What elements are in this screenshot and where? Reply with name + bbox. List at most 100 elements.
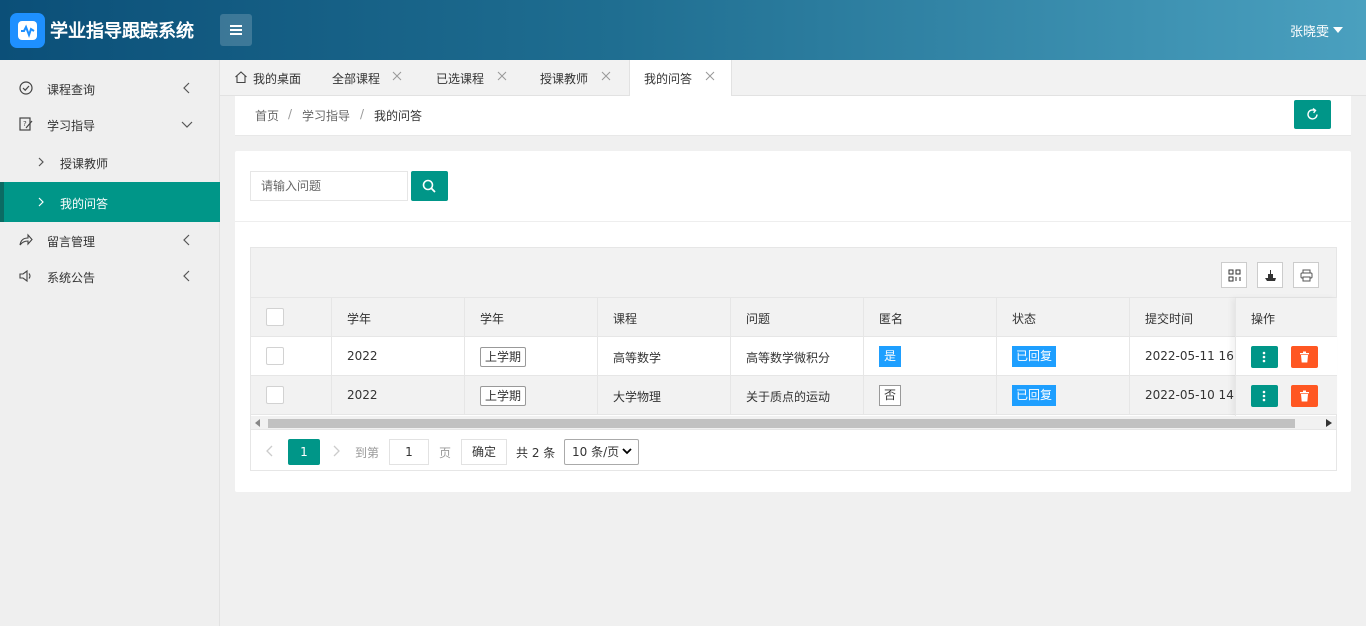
more-button[interactable] (1251, 385, 1278, 407)
column-header: 匿名 (864, 298, 997, 337)
total-count: 共 2 条 (516, 446, 556, 460)
scroll-right-icon[interactable] (1326, 419, 1332, 427)
caret-down-icon[interactable] (1333, 27, 1343, 33)
sidebar-item-label: 学习指导 (47, 119, 96, 133)
print-icon (1300, 269, 1313, 282)
close-icon[interactable] (392, 71, 402, 81)
header-checkbox-cell (251, 298, 332, 337)
export-button[interactable] (1257, 262, 1283, 288)
home-icon (235, 71, 247, 84)
sidebar-item-messages[interactable]: 留言管理 (0, 222, 220, 258)
checkbox-cell (251, 376, 332, 415)
sidebar-subitem-label: 我的问答 (60, 197, 109, 211)
goto-page-input[interactable] (389, 439, 429, 465)
cell-status: 已回复 (997, 376, 1130, 415)
columns-filter-button[interactable] (1221, 262, 1247, 288)
table-header: 学年 学年 课程 问题 匿名 状态 提交时间 (251, 298, 1336, 337)
term-badge: 上学期 (480, 347, 527, 367)
scroll-left-icon[interactable] (255, 419, 261, 427)
data-table: 学年 学年 课程 问题 匿名 状态 提交时间 2022 上学期 高等数学 高等数… (250, 247, 1337, 471)
close-icon[interactable] (705, 71, 715, 81)
current-page[interactable]: 1 (288, 439, 320, 465)
chevron-down-icon (181, 121, 193, 128)
pagination: 1 到第 页 确定 共 2 条 10 条/页 (251, 431, 1336, 471)
grid-icon (1228, 269, 1241, 282)
delete-button[interactable] (1291, 346, 1318, 368)
chevron-down-icon (622, 448, 632, 455)
checkbox-cell (251, 337, 332, 376)
next-page-icon[interactable] (331, 444, 341, 458)
cell-question: 关于质点的运动 (731, 376, 864, 415)
horizontal-scrollbar[interactable] (251, 416, 1336, 430)
print-button[interactable] (1293, 262, 1319, 288)
row-checkbox[interactable] (266, 347, 284, 365)
column-header: 学年 (465, 298, 598, 337)
tab-selected-courses[interactable]: 已选课程 (421, 60, 525, 96)
more-vertical-icon (1262, 390, 1266, 402)
column-header: 问题 (731, 298, 864, 337)
cell-status: 已回复 (997, 337, 1130, 376)
tab-teachers[interactable]: 授课教师 (525, 60, 629, 96)
sidebar: 课程查询 ? 学习指导 授课教师 我的问答 留言管理 系统公告 (0, 60, 220, 626)
breadcrumb-home[interactable]: 首页 (255, 107, 279, 124)
sidebar-item-study-guide[interactable]: ? 学习指导 (0, 106, 220, 142)
search-input[interactable] (250, 171, 408, 201)
goto-confirm-button[interactable]: 确定 (461, 439, 507, 465)
tab-bar: 我的桌面 全部课程 已选课程 授课教师 我的问答 (220, 60, 1366, 97)
sidebar-subitem-my-qa[interactable]: 我的问答 (0, 182, 220, 222)
anonymous-badge: 是 (879, 346, 901, 367)
scrollbar-thumb[interactable] (268, 419, 1295, 428)
term-badge: 上学期 (480, 386, 527, 406)
divider (235, 221, 1351, 222)
close-icon[interactable] (497, 71, 507, 81)
sidebar-item-label: 课程查询 (47, 83, 96, 97)
prev-page-icon[interactable] (265, 444, 275, 458)
select-all-checkbox[interactable] (266, 308, 284, 326)
column-header: 操作 (1236, 298, 1337, 337)
sidebar-item-announcements[interactable]: 系统公告 (0, 258, 220, 294)
top-header: 学业指导跟踪系统 张晓雯 (0, 0, 1366, 60)
cell-year: 2022 (332, 337, 465, 376)
row-checkbox[interactable] (266, 386, 284, 404)
chevron-right-icon (38, 197, 44, 207)
delete-button[interactable] (1291, 385, 1318, 407)
page-unit-label: 页 (439, 446, 452, 460)
tab-my-desktop[interactable]: 我的桌面 (220, 60, 317, 96)
user-name[interactable]: 张晓雯 (1290, 21, 1329, 40)
close-icon[interactable] (601, 71, 611, 81)
column-header: 学年 (332, 298, 465, 337)
tab-my-qa[interactable]: 我的问答 (629, 60, 732, 97)
tab-label: 已选课程 (436, 72, 485, 86)
cell-course: 大学物理 (598, 376, 731, 415)
app-title: 学业指导跟踪系统 (50, 21, 194, 42)
page-size-value: 10 条/页 (572, 445, 620, 459)
tab-all-courses[interactable]: 全部课程 (317, 60, 421, 96)
sidebar-item-course-query[interactable]: 课程查询 (0, 70, 220, 106)
main-card: 学年 学年 课程 问题 匿名 状态 提交时间 2022 上学期 高等数学 高等数… (235, 151, 1351, 492)
check-circle-icon (19, 81, 33, 95)
status-badge: 已回复 (1012, 385, 1057, 406)
cell-term: 上学期 (465, 376, 598, 415)
column-header: 课程 (598, 298, 731, 337)
cell-anonymous: 是 (864, 337, 997, 376)
goto-label: 到第 (355, 446, 380, 460)
refresh-icon (1307, 107, 1318, 120)
menu-toggle-button[interactable] (220, 14, 252, 46)
breadcrumb: 首页 / 学习指导 / 我的问答 (235, 96, 1351, 136)
cell-submit-time: 2022-05-10 14:5 (1145, 388, 1235, 402)
page-size-select[interactable]: 10 条/页 (564, 439, 639, 465)
logo-icon (10, 13, 45, 48)
breadcrumb-study-guide[interactable]: 学习指导 (302, 107, 350, 124)
chevron-left-icon (183, 270, 190, 282)
anonymous-badge: 否 (879, 385, 901, 406)
sidebar-subitem-teachers[interactable]: 授课教师 (0, 142, 220, 182)
table-row: 2022 上学期 大学物理 关于质点的运动 否 已回复 2022-05-10 1… (251, 376, 1336, 415)
search-button[interactable] (411, 171, 448, 201)
tab-label: 我的桌面 (253, 72, 302, 86)
chevron-right-icon (38, 157, 44, 167)
more-button[interactable] (1251, 346, 1278, 368)
cell-course: 高等数学 (598, 337, 731, 376)
refresh-button[interactable] (1294, 100, 1331, 129)
export-icon (1265, 270, 1276, 281)
breadcrumb-current: 我的问答 (374, 109, 423, 123)
